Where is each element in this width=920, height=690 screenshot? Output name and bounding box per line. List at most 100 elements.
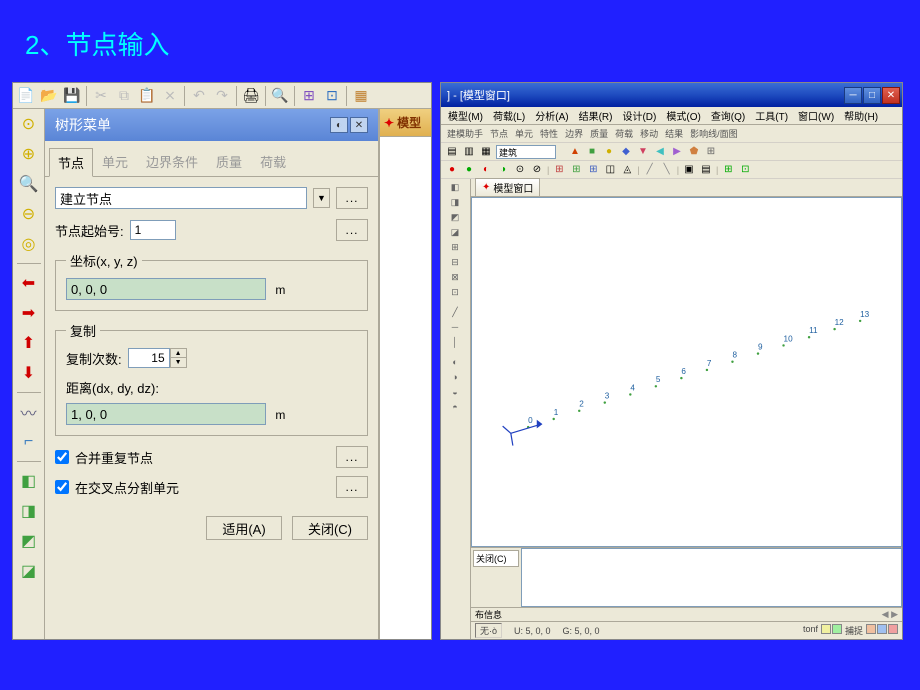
mini-icon[interactable]: ▶ xyxy=(670,145,684,159)
submenu-prop[interactable]: 特性 xyxy=(538,127,560,140)
menu-mode[interactable]: 模式(O) xyxy=(663,107,703,124)
mini-side-icon[interactable]: ◨ xyxy=(442,195,468,209)
close-button[interactable]: 关闭(C) xyxy=(292,516,368,540)
submenu-mass[interactable]: 质量 xyxy=(588,127,610,140)
arrow-down-icon[interactable]: ⬇ xyxy=(16,360,42,386)
output-area[interactable] xyxy=(521,548,902,607)
split-intersect-checkbox[interactable] xyxy=(55,480,69,494)
coord-input[interactable] xyxy=(66,278,266,300)
mini-icon[interactable]: ⊞ xyxy=(704,145,718,159)
mini-icon[interactable]: ⊞ xyxy=(586,163,600,177)
output-tab-close[interactable]: 关闭(C) xyxy=(473,550,519,567)
submenu-influence[interactable]: 影响线/面图 xyxy=(688,127,740,140)
tab-mass[interactable]: 质量 xyxy=(207,147,251,176)
arrow-up-icon[interactable]: ⬆ xyxy=(16,330,42,356)
mini-side-icon[interactable]: ╱ xyxy=(442,305,468,319)
zoom-all-icon[interactable]: ⊙ xyxy=(16,111,42,137)
menu-tools[interactable]: 工具(T) xyxy=(752,107,791,124)
arrow-right-icon[interactable]: ➡ xyxy=(16,300,42,326)
spin-up-icon[interactable]: ▲ xyxy=(171,349,186,358)
iso-view-icon[interactable]: ◧ xyxy=(16,468,42,494)
zoom-in-icon[interactable]: 🔍 xyxy=(16,171,42,197)
menu-design[interactable]: 设计(D) xyxy=(619,107,659,124)
new-file-icon[interactable]: 📄 xyxy=(15,85,37,107)
preview-icon[interactable]: 🔍 xyxy=(269,85,291,107)
ucs-icon[interactable]: ⌐ xyxy=(16,429,42,455)
open-file-icon[interactable]: 📂 xyxy=(38,85,60,107)
mini-side-icon[interactable]: ⊠ xyxy=(442,270,468,284)
tab-boundary[interactable]: 边界条件 xyxy=(137,147,207,176)
mini-icon[interactable]: ● xyxy=(602,145,616,159)
operation-more-button[interactable]: ... xyxy=(336,187,368,209)
top-view-icon[interactable]: ◩ xyxy=(16,528,42,554)
mini-icon[interactable]: ◀ xyxy=(653,145,667,159)
mini-side-icon[interactable]: ⊞ xyxy=(442,240,468,254)
split-more-button[interactable]: ... xyxy=(336,476,368,498)
front-view-icon[interactable]: ◨ xyxy=(16,498,42,524)
submenu-bound[interactable]: 边界 xyxy=(563,127,585,140)
mini-icon[interactable]: ▦ xyxy=(479,145,493,159)
pin-button[interactable]: ◐ xyxy=(330,117,348,133)
mini-icon[interactable]: ▤ xyxy=(699,163,713,177)
tab-load[interactable]: 荷载 xyxy=(251,147,295,176)
start-num-more-button[interactable]: ... xyxy=(336,219,368,241)
menu-load[interactable]: 荷载(L) xyxy=(490,107,528,124)
viewport-tab-model[interactable]: ✦ 模型窗口 xyxy=(475,178,540,197)
maximize-button[interactable]: □ xyxy=(863,87,881,104)
save-icon[interactable]: 💾 xyxy=(61,85,83,107)
mini-icon[interactable]: ▤ xyxy=(445,145,459,159)
mini-icon[interactable]: ■ xyxy=(585,145,599,159)
window-close-button[interactable]: ✕ xyxy=(882,87,900,104)
close-panel-button[interactable]: ✕ xyxy=(350,117,368,133)
merge-more-button[interactable]: ... xyxy=(336,446,368,468)
mini-icon[interactable]: ⊞ xyxy=(721,163,735,177)
mini-side-icon[interactable]: ⊟ xyxy=(442,255,468,269)
side-view-icon[interactable]: ◪ xyxy=(16,558,42,584)
menu-query[interactable]: 查询(Q) xyxy=(708,107,748,124)
mini-side-icon[interactable]: ◩ xyxy=(442,210,468,224)
zoom-out-icon[interactable]: ⊖ xyxy=(16,201,42,227)
mini-side-icon[interactable]: ⊡ xyxy=(442,285,468,299)
mini-icon[interactable]: ⊘ xyxy=(530,163,544,177)
mini-side-icon[interactable]: ◪ xyxy=(442,225,468,239)
start-num-input[interactable] xyxy=(130,220,176,240)
mini-icon[interactable]: ⊙ xyxy=(513,163,527,177)
combo-arrow-icon[interactable]: ▼ xyxy=(313,188,330,208)
mini-side-icon[interactable]: ◑ xyxy=(442,370,468,384)
menu-help[interactable]: 帮助(H) xyxy=(841,107,881,124)
mini-icon[interactable]: ⊡ xyxy=(738,163,752,177)
menu-analysis[interactable]: 分析(A) xyxy=(532,107,571,124)
cut-icon[interactable]: ✂ xyxy=(90,85,112,107)
tab-node[interactable]: 节点 xyxy=(49,148,93,177)
zoom-window-icon[interactable]: ⊕ xyxy=(16,141,42,167)
copy-times-input[interactable] xyxy=(128,348,170,368)
menu-result[interactable]: 结果(R) xyxy=(576,107,616,124)
mini-icon[interactable]: ◑ xyxy=(496,163,510,177)
viewport-3d[interactable]: 0 1 2 3 4 5 6 7 8 9 10 1 xyxy=(471,197,902,547)
tool1-icon[interactable]: ⊞ xyxy=(298,85,320,107)
mini-icon[interactable]: ▣ xyxy=(682,163,696,177)
menu-window[interactable]: 窗口(W) xyxy=(795,107,837,124)
copy-icon[interactable]: ⧉ xyxy=(113,85,135,107)
print-icon[interactable]: 🖨 xyxy=(240,85,262,107)
mini-side-icon[interactable]: ─ xyxy=(442,320,468,334)
msg-tab[interactable]: 布信息 xyxy=(475,608,502,621)
tool3-icon[interactable]: ▦ xyxy=(350,85,372,107)
mini-icon[interactable]: ⊞ xyxy=(552,163,566,177)
mini-side-icon[interactable]: ◐ xyxy=(442,355,468,369)
minimize-button[interactable]: ─ xyxy=(844,87,862,104)
apply-button[interactable]: 适用(A) xyxy=(206,516,282,540)
menu-model[interactable]: 模型(M) xyxy=(445,107,486,124)
mini-icon[interactable]: ▲ xyxy=(568,145,582,159)
mini-icon[interactable]: ◬ xyxy=(620,163,634,177)
mini-side-icon[interactable]: ◓ xyxy=(442,400,468,414)
undo-icon[interactable]: ↶ xyxy=(188,85,210,107)
mini-icon[interactable]: ● xyxy=(445,163,459,177)
mini-side-icon[interactable]: ◧ xyxy=(442,180,468,194)
redo-icon[interactable]: ↷ xyxy=(211,85,233,107)
rotate-icon[interactable]: 〰 xyxy=(16,399,42,425)
mini-icon[interactable]: ◐ xyxy=(479,163,493,177)
mini-icon[interactable]: ╱ xyxy=(643,163,657,177)
mini-icon[interactable]: ▥ xyxy=(462,145,476,159)
mini-side-icon[interactable]: ◒ xyxy=(442,385,468,399)
